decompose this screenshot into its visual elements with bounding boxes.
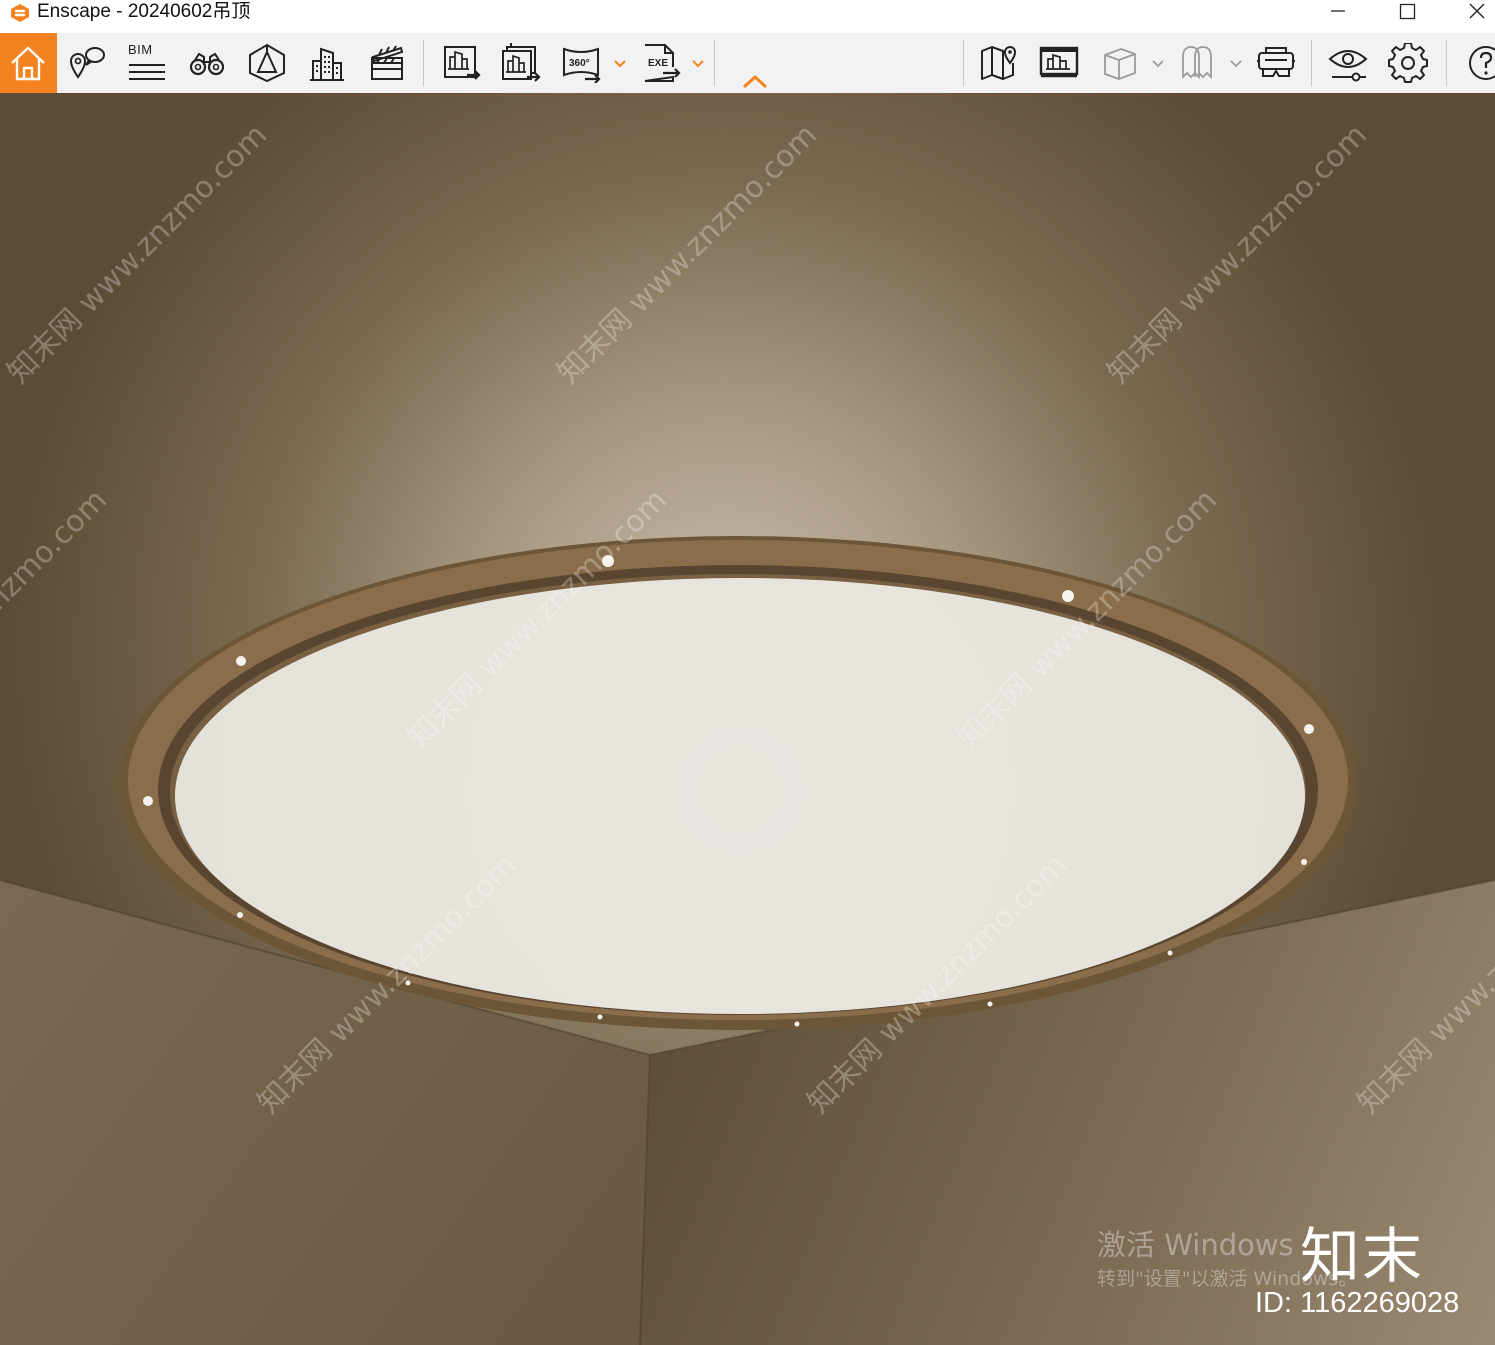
- batch-render-icon: [502, 43, 541, 82]
- brand-mark: 知末: [1300, 1222, 1424, 1292]
- chevron-down-icon[interactable]: [1150, 55, 1166, 71]
- batch-render-button[interactable]: [495, 33, 547, 93]
- standalone-exe-icon: EXE: [644, 44, 681, 82]
- export-exe-button[interactable]: EXE: [635, 33, 687, 93]
- buildings-icon: [310, 47, 344, 81]
- billboard-button[interactable]: [1033, 33, 1085, 93]
- panorama-button[interactable]: 360°: [555, 33, 607, 93]
- window-title: Enscape - 20240602吊顶: [37, 1, 251, 22]
- view-perspective-icon: [249, 43, 285, 83]
- vr-headset-icon: [1257, 47, 1295, 77]
- maximize-icon: [1399, 3, 1416, 20]
- enscape-logo-icon: [11, 4, 29, 22]
- cube-icon: [1104, 48, 1136, 80]
- panorama-label: 360°: [569, 58, 590, 69]
- toolbar-separator: [1311, 40, 1312, 86]
- settings-gear-icon: [1388, 43, 1428, 83]
- toolbar-separator: [714, 40, 715, 86]
- chevron-down-icon[interactable]: [1228, 55, 1244, 71]
- maximize-button[interactable]: [1376, 0, 1436, 26]
- ceiling-render: 知末网 www.znzmo.com 知末网 www.znzmo.com 知末网 …: [0, 93, 1495, 1345]
- toolbar-separator: [423, 40, 424, 86]
- visual-settings-eye-icon: [1328, 50, 1368, 82]
- render-image-button[interactable]: [435, 33, 487, 93]
- ghost-icon: [1182, 46, 1212, 80]
- buildings-button[interactable]: [301, 33, 353, 93]
- toolbar-separator: [963, 40, 964, 86]
- vr-headset-button[interactable]: [1250, 33, 1302, 93]
- panorama-360-icon: 360°: [563, 47, 601, 83]
- binoculars-icon: [189, 52, 225, 76]
- chevron-down-icon[interactable]: [612, 55, 628, 71]
- walk-mode-button[interactable]: [181, 33, 233, 93]
- minimize-button[interactable]: [1306, 0, 1366, 26]
- bim-list-icon: [129, 64, 165, 80]
- video-editor-button[interactable]: [361, 33, 413, 93]
- visual-settings-button[interactable]: [1322, 33, 1374, 93]
- image-id: ID: 1162269028: [1255, 1287, 1460, 1319]
- perspective-button[interactable]: [241, 33, 293, 93]
- billboard-icon: [1039, 46, 1079, 78]
- render-image-icon: [444, 46, 481, 80]
- home-button[interactable]: [0, 33, 57, 93]
- exe-label: EXE: [648, 58, 668, 69]
- map-icon: [981, 46, 1017, 80]
- settings-button[interactable]: [1382, 33, 1434, 93]
- help-icon: [1469, 46, 1495, 80]
- chevron-down-icon[interactable]: [690, 55, 706, 71]
- help-button[interactable]: [1458, 33, 1495, 93]
- location-pin-icon: [69, 47, 105, 79]
- asset-library-button: [1093, 33, 1145, 93]
- toolbar-separator: [1446, 40, 1447, 86]
- home-icon: [11, 46, 45, 81]
- map-button[interactable]: [973, 33, 1025, 93]
- clapperboard-icon: [371, 45, 404, 80]
- views-button[interactable]: [61, 33, 113, 93]
- render-viewport[interactable]: 知末网 www.znzmo.com 知末网 www.znzmo.com 知末网 …: [0, 93, 1495, 1345]
- title-bar: Enscape - 20240602吊顶: [0, 0, 1495, 33]
- bim-button[interactable]: BIM: [121, 33, 173, 93]
- close-icon: [1469, 3, 1485, 19]
- minimize-icon: [1331, 10, 1345, 12]
- collapse-chevron-up-icon[interactable]: [740, 73, 770, 89]
- enscape-toolbar: BIM 360° EXE: [0, 33, 1495, 93]
- close-button[interactable]: [1446, 0, 1495, 26]
- ghost-mode-button: [1171, 33, 1223, 93]
- windows-activation-title: 激活 Windows: [1097, 1228, 1294, 1262]
